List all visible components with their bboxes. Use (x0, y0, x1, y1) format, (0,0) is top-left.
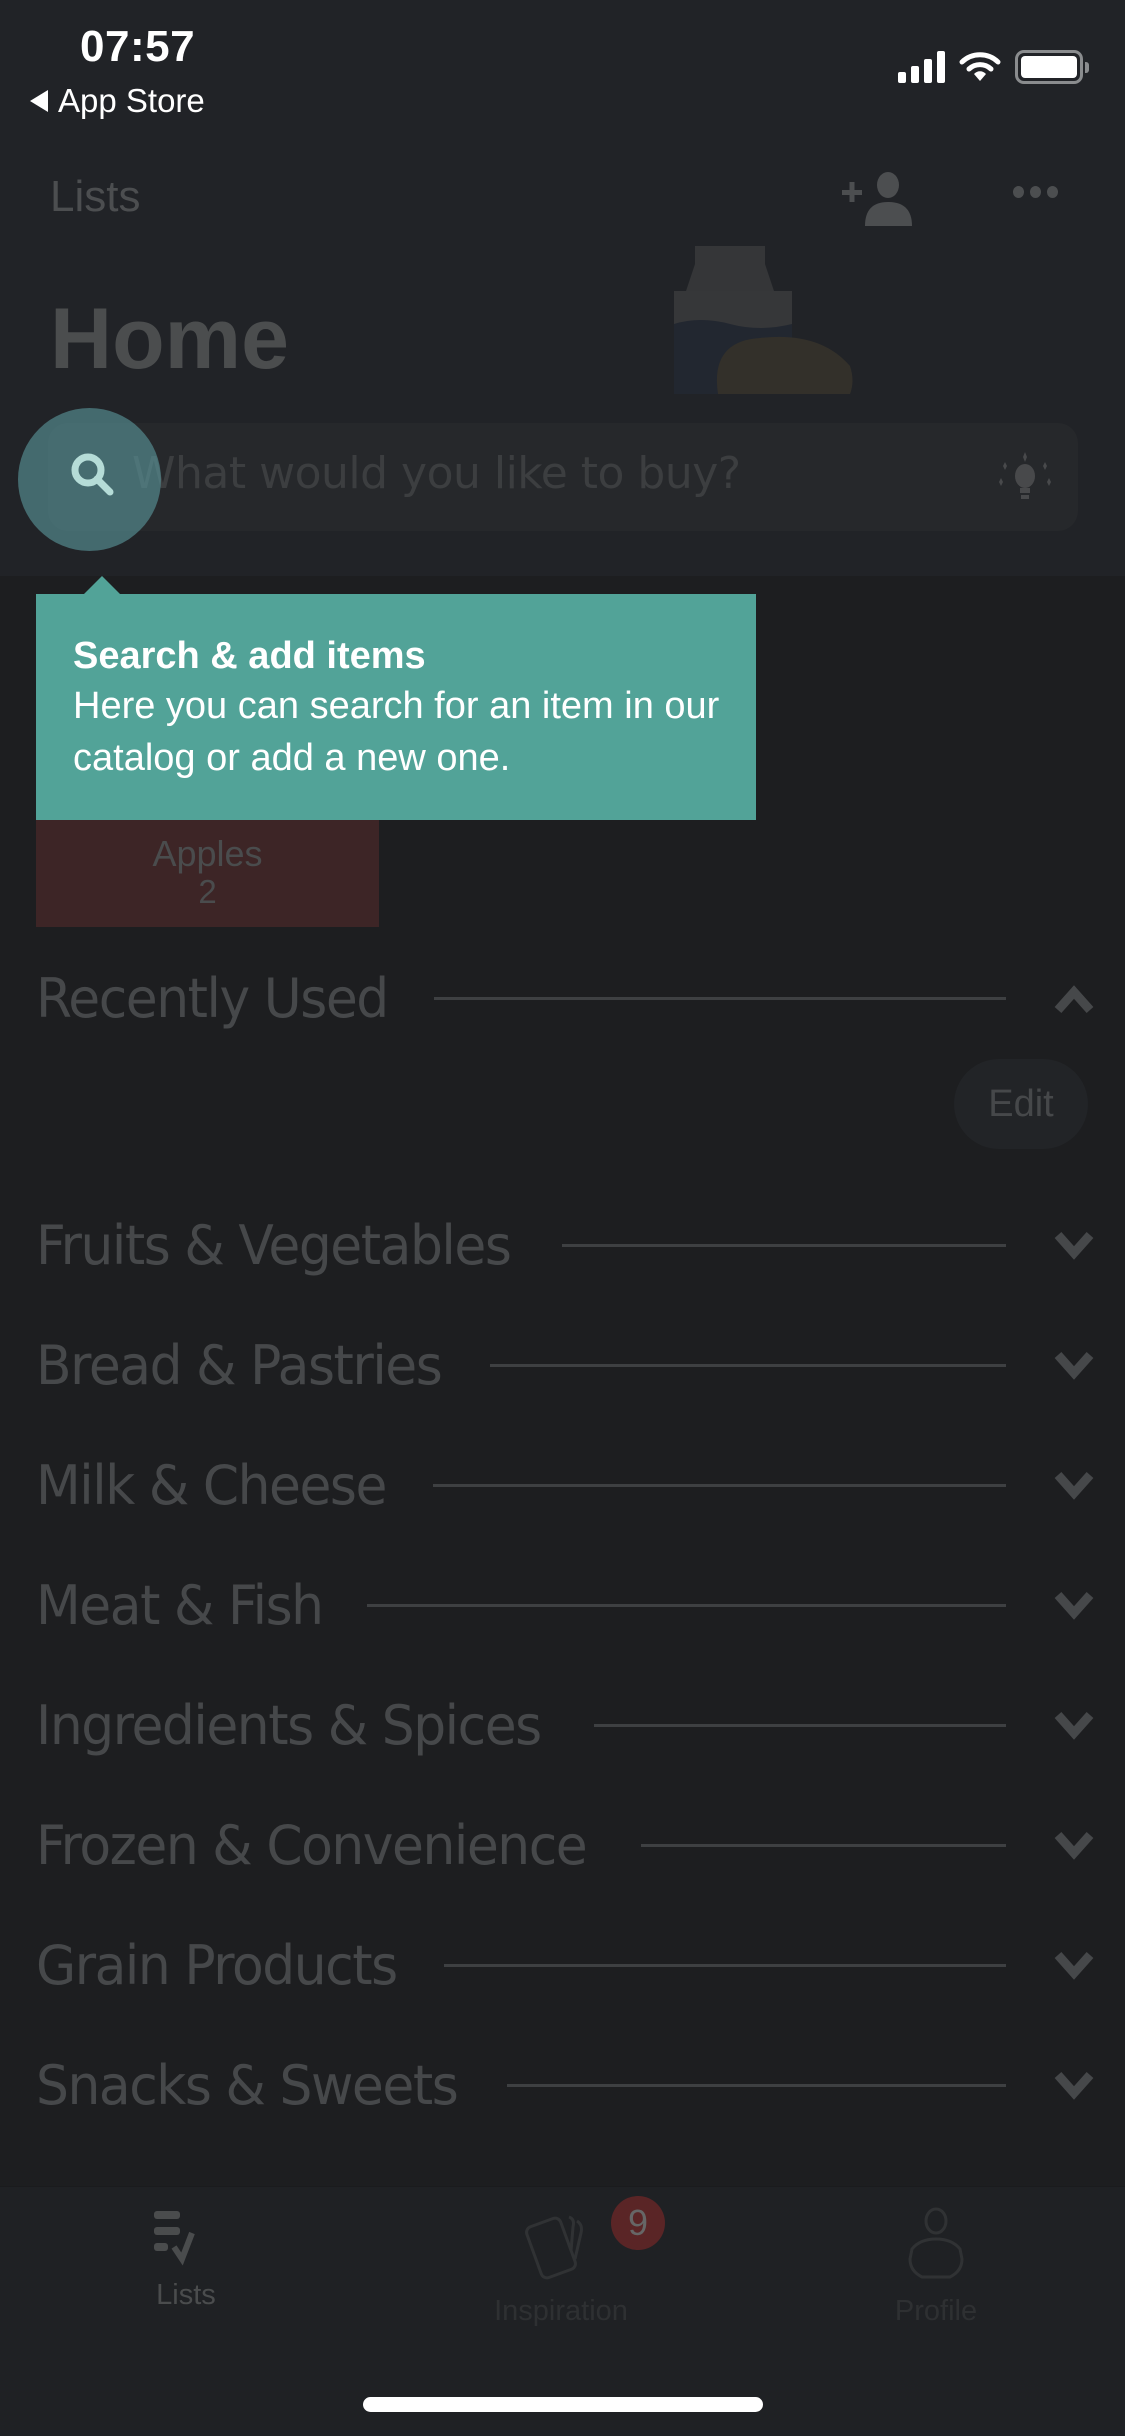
chevron-down-icon[interactable] (1052, 1465, 1096, 1505)
section-recently-used[interactable]: Recently Used (36, 958, 1096, 1038)
person-icon (908, 2207, 964, 2279)
section-divider (641, 1843, 1006, 1847)
milk-and-bread-illustration (674, 246, 853, 394)
section-label: Grain Products (36, 1933, 398, 1997)
section-divider (366, 1603, 1006, 1607)
section-label: Fruits & Vegetables (36, 1213, 512, 1277)
section-label: Bread & Pastries (36, 1333, 443, 1397)
section-divider (434, 996, 1006, 1000)
section-label: Snacks & Sweets (36, 2053, 459, 2117)
section-label: Milk & Cheese (36, 1453, 387, 1517)
section-grain-products[interactable]: Grain Products (36, 1925, 1096, 2005)
section-divider (443, 1963, 1006, 1967)
section-divider (506, 2083, 1006, 2087)
section-label: Frozen & Convenience (36, 1813, 588, 1877)
section-divider (490, 1363, 1006, 1367)
section-frozen-convenience[interactable]: Frozen & Convenience (36, 1805, 1096, 1885)
item-quantity: 2 (198, 873, 217, 910)
wifi-icon (959, 52, 1001, 81)
tab-label: Lists (156, 2279, 216, 2311)
battery-icon (1015, 50, 1089, 84)
section-divider (432, 1483, 1006, 1487)
list-title: Home (50, 291, 289, 387)
section-ingredients-spices[interactable]: Ingredients & Spices (36, 1685, 1096, 1765)
section-milk-cheese[interactable]: Milk & Cheese (36, 1445, 1096, 1525)
lightbulb-icon[interactable] (995, 450, 1055, 506)
section-label: Ingredients & Spices (36, 1693, 542, 1757)
search-icon[interactable] (68, 450, 118, 500)
tooltip-body: Here you can search for an item in our c… (73, 685, 720, 779)
add-person-icon[interactable] (840, 168, 920, 228)
section-label: Meat & Fish (36, 1573, 324, 1637)
status-time: 07:57 (80, 22, 196, 71)
inspiration-badge: 9 (611, 2196, 665, 2250)
chevron-down-icon[interactable] (1052, 1345, 1096, 1385)
home-indicator[interactable] (363, 2397, 763, 2412)
back-to-app-store[interactable]: App Store (30, 82, 205, 120)
chevron-down-icon[interactable] (1052, 1945, 1096, 1985)
tooltip-title: Search & add items (73, 635, 426, 677)
search-input-placeholder[interactable]: What would you like to buy? (132, 448, 741, 499)
chevron-down-icon[interactable] (1052, 1705, 1096, 1745)
section-meat-fish[interactable]: Meat & Fish (36, 1565, 1096, 1645)
edit-button[interactable]: Edit (954, 1059, 1088, 1149)
chevron-down-icon[interactable] (1052, 1585, 1096, 1625)
section-snacks-sweets[interactable]: Snacks & Sweets (36, 2045, 1096, 2125)
more-icon[interactable] (1013, 186, 1058, 198)
section-divider (593, 1723, 1006, 1727)
cards-icon (525, 2215, 583, 2280)
tab-label: Profile (894, 2295, 978, 2327)
item-name: Apples (152, 833, 263, 874)
section-bread-pastries[interactable]: Bread & Pastries (36, 1325, 1096, 1405)
onboarding-tooltip[interactable]: Search & add items Here you can search f… (36, 576, 756, 820)
section-label: Recently Used (36, 966, 389, 1030)
back-triangle-icon (30, 90, 48, 112)
chevron-down-icon[interactable] (1052, 1225, 1096, 1265)
lists-icon (154, 2211, 195, 2266)
chevron-down-icon[interactable] (1052, 1825, 1096, 1865)
cellular-signal-icon (898, 51, 945, 83)
nav-back-lists[interactable]: Lists (50, 172, 140, 222)
tab-lists[interactable]: Lists (66, 2207, 306, 2312)
chevron-down-icon[interactable] (1052, 2065, 1096, 2105)
status-icons (898, 50, 1089, 84)
section-fruits-vegetables[interactable]: Fruits & Vegetables (36, 1205, 1096, 1285)
tab-profile[interactable]: Profile (816, 2207, 1056, 2328)
list-item-tile[interactable]: Apples 2 (36, 820, 379, 927)
chevron-up-icon[interactable] (1052, 978, 1096, 1018)
section-divider (562, 1243, 1006, 1247)
back-app-label: App Store (58, 82, 205, 119)
tab-label: Inspiration (494, 2295, 628, 2327)
